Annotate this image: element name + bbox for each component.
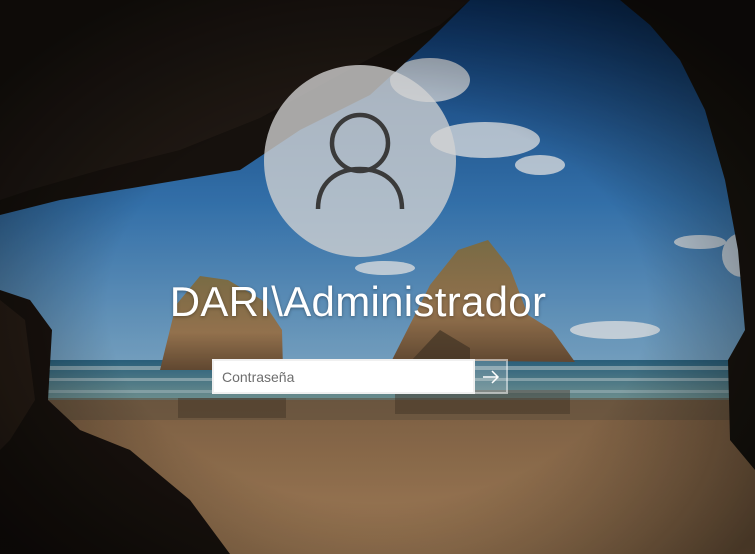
password-form — [212, 359, 508, 394]
password-input[interactable] — [212, 359, 475, 394]
submit-button[interactable] — [475, 359, 508, 394]
user-avatar — [264, 65, 456, 257]
arrow-right-icon — [482, 369, 499, 384]
user-icon — [315, 112, 405, 210]
username-label: DARI\Administrador — [169, 278, 547, 325]
